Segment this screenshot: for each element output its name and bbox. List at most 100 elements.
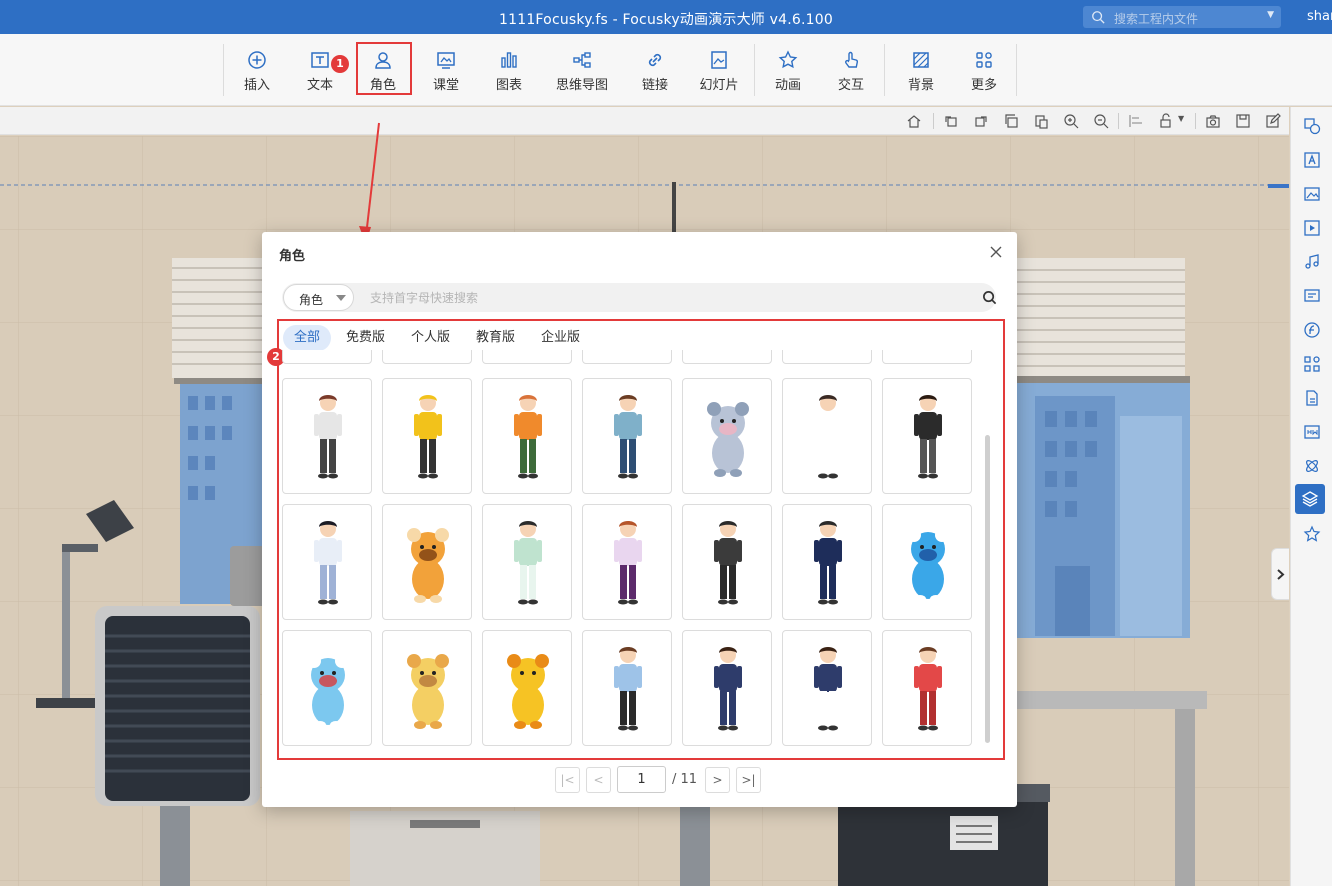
- character-card[interactable]: [282, 504, 372, 620]
- character-card[interactable]: [882, 504, 972, 620]
- character-card[interactable]: [482, 630, 572, 746]
- tab-all[interactable]: 全部: [283, 325, 332, 351]
- star-outline-icon[interactable]: [1303, 525, 1321, 543]
- video-icon[interactable]: [1303, 219, 1321, 237]
- document-icon[interactable]: [1303, 389, 1321, 407]
- camera-icon[interactable]: [1205, 113, 1221, 129]
- character-card-partial[interactable]: [582, 350, 672, 364]
- next-page-button[interactable]: >: [705, 767, 730, 793]
- toolbar-divider: [1195, 113, 1196, 129]
- toolbar-background-button[interactable]: 背景: [904, 50, 938, 93]
- tab-enterprise[interactable]: 企业版: [530, 325, 591, 351]
- character-card-partial[interactable]: [682, 350, 772, 364]
- subtitle-icon[interactable]: [1303, 287, 1321, 305]
- lock-icon[interactable]: [1158, 113, 1174, 129]
- toolbar-slide-button[interactable]: 幻灯片: [697, 50, 741, 93]
- character-card[interactable]: [482, 378, 572, 494]
- first-page-button[interactable]: |<: [555, 767, 580, 793]
- chevron-down-icon[interactable]: ▼: [1178, 114, 1184, 123]
- layers-button-active[interactable]: [1295, 484, 1325, 514]
- toolbar-background-label: 背景: [907, 78, 934, 93]
- toolbar-mindmap-button[interactable]: 思维导图: [552, 50, 612, 93]
- lion-character: [507, 654, 549, 729]
- character-card-partial[interactable]: [382, 350, 472, 364]
- character-card[interactable]: [782, 504, 872, 620]
- toolbar-classroom-button[interactable]: 课堂: [429, 50, 463, 93]
- html-icon[interactable]: [1303, 423, 1321, 441]
- toolbar-slide-label: 幻灯片: [699, 78, 739, 93]
- rotate-right-icon[interactable]: [973, 113, 989, 129]
- character-card[interactable]: [582, 378, 672, 494]
- copy-icon[interactable]: [1003, 113, 1019, 129]
- tab-free[interactable]: 免费版: [335, 325, 396, 351]
- character-card-partial[interactable]: [282, 350, 372, 364]
- search-icon[interactable]: [982, 290, 997, 305]
- character-card[interactable]: [682, 504, 772, 620]
- character-card[interactable]: [782, 378, 872, 494]
- project-search[interactable]: 搜索工程内文件 ▼: [1083, 6, 1281, 28]
- character-card[interactable]: [782, 630, 872, 746]
- toolbar-mindmap-label: 思维导图: [555, 78, 608, 93]
- page-number-input[interactable]: [617, 766, 666, 793]
- annotation-badge-1: 1: [331, 55, 349, 73]
- save-frame-icon[interactable]: [1235, 113, 1251, 129]
- character-card-partial[interactable]: [482, 350, 572, 364]
- panel-collapse-tab[interactable]: [1271, 548, 1289, 600]
- character-card[interactable]: [382, 378, 472, 494]
- text-box-icon[interactable]: [1303, 151, 1321, 169]
- chevron-down-icon[interactable]: ▼: [1267, 10, 1274, 20]
- toolbar-chart-button[interactable]: 图表: [492, 50, 526, 93]
- character-card[interactable]: [882, 630, 972, 746]
- rotate-left-icon[interactable]: [943, 113, 959, 129]
- edit-icon[interactable]: [1265, 113, 1281, 129]
- toolbar-more-label: 更多: [970, 78, 997, 93]
- toolbar-link-button[interactable]: 链接: [638, 50, 672, 93]
- toolbar-divider: [223, 44, 224, 96]
- character-card[interactable]: [882, 378, 972, 494]
- character-card-partial[interactable]: [882, 350, 972, 364]
- toolbar-divider: [754, 44, 755, 96]
- tab-education[interactable]: 教育版: [465, 325, 526, 351]
- character-card[interactable]: [682, 378, 772, 494]
- character-card[interactable]: [382, 504, 472, 620]
- toolbar-chart-label: 图表: [495, 78, 522, 93]
- character-search-input[interactable]: [370, 285, 950, 310]
- widgets-icon[interactable]: [1303, 355, 1321, 373]
- character-card[interactable]: [382, 630, 472, 746]
- shapes-icon[interactable]: [1303, 117, 1321, 135]
- zoom-in-icon[interactable]: [1063, 113, 1079, 129]
- character-grid-scrollbar[interactable]: [985, 435, 990, 743]
- toolbar-text-button[interactable]: 文本: [303, 50, 337, 93]
- paste-icon[interactable]: [1033, 113, 1049, 129]
- mouse-character: [707, 402, 749, 477]
- character-card[interactable]: [682, 630, 772, 746]
- toolbar-animation-button[interactable]: 动画: [771, 50, 805, 93]
- align-icon[interactable]: [1128, 113, 1144, 129]
- officer-character: [814, 521, 842, 605]
- character-card[interactable]: [482, 504, 572, 620]
- character-card[interactable]: [282, 378, 372, 494]
- close-icon[interactable]: [988, 244, 1004, 260]
- toolbar-more-button[interactable]: 更多: [967, 50, 1001, 93]
- character-card[interactable]: [282, 630, 372, 746]
- user-name[interactable]: shar: [1307, 9, 1332, 24]
- character-card-partial[interactable]: [782, 350, 872, 364]
- zoom-out-icon[interactable]: [1093, 113, 1109, 129]
- prev-page-button[interactable]: <: [586, 767, 611, 793]
- classroom-icon: [437, 52, 455, 69]
- toolbar-insert-button[interactable]: 插入: [240, 50, 274, 93]
- last-page-button[interactable]: >|: [736, 767, 761, 793]
- character-card[interactable]: [582, 630, 672, 746]
- music-icon[interactable]: [1303, 253, 1321, 271]
- toolbar-interaction-button[interactable]: 交互: [834, 50, 868, 93]
- category-select[interactable]: 角色: [283, 284, 354, 311]
- chevron-right-icon: [1277, 569, 1285, 580]
- atom-icon[interactable]: [1303, 457, 1321, 475]
- flash-icon[interactable]: [1303, 321, 1321, 339]
- image-icon[interactable]: [1303, 185, 1321, 203]
- home-icon[interactable]: [906, 113, 922, 129]
- dialog-title: 角色: [279, 249, 306, 264]
- tab-personal[interactable]: 个人版: [400, 325, 461, 351]
- character-card[interactable]: [582, 504, 672, 620]
- right-window: [1017, 258, 1190, 638]
